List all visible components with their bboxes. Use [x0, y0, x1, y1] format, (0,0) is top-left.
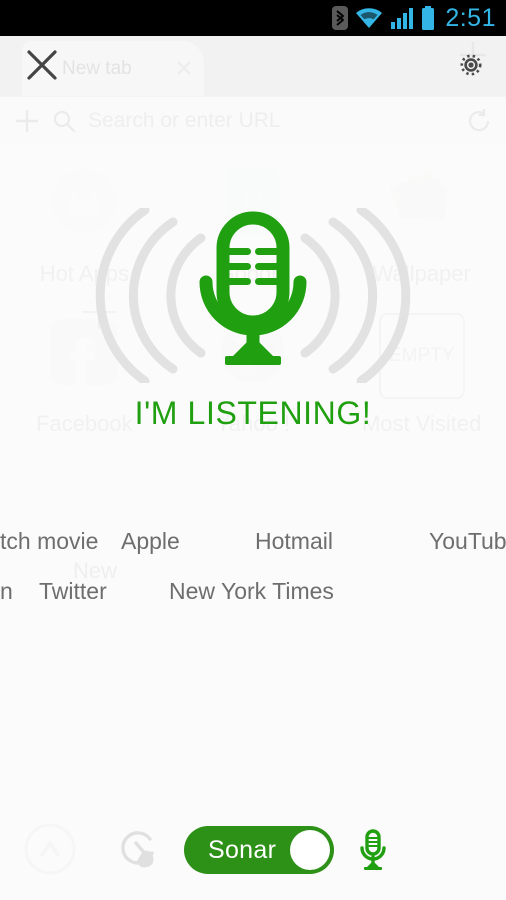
sonar-toggle-label: Sonar — [208, 836, 276, 865]
listening-overlay: I'M LISTENING! — [0, 208, 506, 432]
suggestion-list: tch movie Apple Hotmail YouTube n Twitte… — [0, 528, 506, 628]
url-bar[interactable]: Search or enter URL — [0, 96, 506, 144]
browser-screen: 2:51 New tab ✕ — [0, 0, 506, 900]
gesture-hand-icon[interactable] — [116, 827, 162, 873]
plus-icon[interactable] — [14, 108, 40, 134]
reload-icon[interactable] — [466, 108, 492, 134]
microphone-icon[interactable] — [356, 828, 390, 872]
tab-title: New tab — [62, 58, 166, 80]
suggestion-item[interactable]: New York Times — [169, 578, 334, 605]
sound-wave-icon — [100, 210, 201, 381]
suggestion-row: tch movie Apple Hotmail YouTube — [0, 528, 506, 578]
url-input[interactable]: Search or enter URL — [88, 109, 454, 133]
gear-icon[interactable] — [454, 48, 488, 82]
sonar-toggle[interactable]: Sonar — [184, 826, 334, 874]
bottom-bar: Sonar — [0, 800, 506, 900]
status-time: 2:51 — [442, 6, 496, 31]
suggestion-row: n Twitter New York Times — [0, 578, 506, 628]
listening-status-text: I'M LISTENING! — [135, 395, 372, 432]
close-icon[interactable] — [25, 48, 59, 82]
back-circle-icon[interactable] — [24, 823, 76, 875]
bluetooth-icon — [332, 6, 348, 30]
signal-icon — [390, 7, 414, 29]
microphone-icon[interactable] — [73, 208, 433, 383]
suggestion-item[interactable]: Twitter — [39, 578, 107, 605]
suggestion-item[interactable]: Apple — [121, 528, 180, 555]
sound-wave-icon — [305, 210, 406, 381]
suggestion-item[interactable]: tch movie — [0, 528, 98, 555]
suggestion-item[interactable]: Hotmail — [255, 528, 333, 555]
tab-close-icon[interactable]: ✕ — [174, 58, 194, 80]
suggestion-item[interactable]: YouTube — [429, 528, 506, 555]
suggestion-item[interactable]: n — [0, 578, 13, 605]
search-icon — [52, 109, 76, 133]
status-bar: 2:51 — [0, 0, 506, 36]
battery-icon — [421, 6, 435, 30]
tab-strip: New tab ✕ — [0, 36, 506, 96]
wifi-icon — [355, 7, 383, 29]
sonar-toggle-knob[interactable] — [290, 830, 330, 870]
